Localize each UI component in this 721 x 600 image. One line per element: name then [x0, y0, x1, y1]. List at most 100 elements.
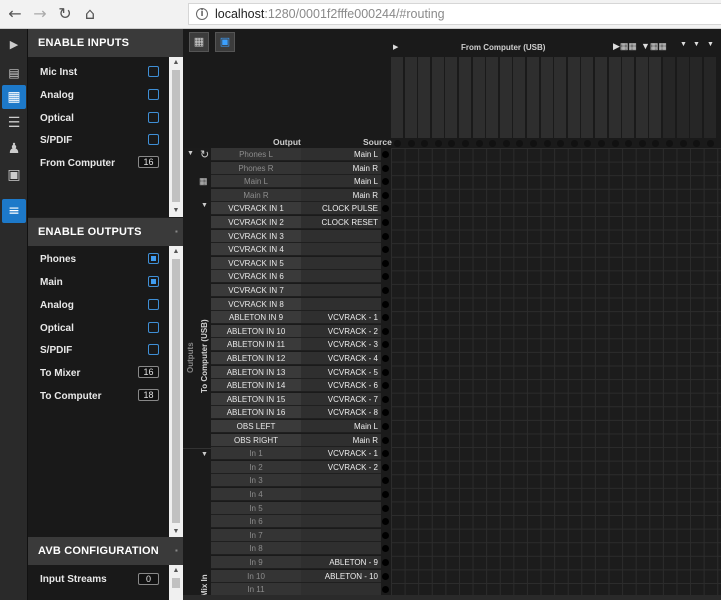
input-streams-count[interactable]: 0	[138, 573, 159, 585]
source-row-label[interactable]	[301, 284, 381, 297]
row-connector-dot[interactable]	[382, 314, 389, 322]
matrix-view-icon[interactable]: ▦	[189, 32, 209, 52]
column-header[interactable]: ABLETON - 9	[499, 57, 513, 138]
avb-scrollbar[interactable]: ▲	[169, 565, 183, 600]
column-connector-dot[interactable]	[625, 140, 633, 147]
source-row-label[interactable]: ABLETON - 10	[301, 569, 381, 583]
scroll-up-icon[interactable]: ▲	[169, 565, 183, 577]
source-row-label[interactable]	[301, 474, 381, 488]
source-row-label[interactable]: ABLETON - 9	[301, 556, 381, 569]
input-analog-checkbox[interactable]	[148, 89, 159, 100]
source-row-label[interactable]: Main R	[301, 433, 381, 447]
collapse-dot-icon[interactable]: ▪	[175, 218, 178, 246]
matrix-scrollbar[interactable]	[183, 595, 721, 600]
row-connector-dot[interactable]	[382, 572, 389, 580]
column-connector-dot[interactable]	[421, 140, 429, 147]
row-connector-dot[interactable]	[382, 259, 389, 267]
scroll-thumb[interactable]	[172, 259, 180, 523]
source-row-label[interactable]	[301, 256, 381, 270]
column-header[interactable]: VCVRACK - 3	[418, 57, 432, 138]
row-connector-dot[interactable]	[382, 436, 389, 444]
scroll-up-icon[interactable]: ▲	[169, 246, 183, 258]
scroll-thumb[interactable]	[172, 578, 180, 588]
column-connector-dot[interactable]	[666, 140, 673, 147]
reload-icon[interactable]: ↻	[55, 4, 75, 24]
column-header[interactable]: Main R	[622, 57, 636, 138]
address-bar[interactable]: i localhost:1280/0001f2fffe000244/#routi…	[188, 3, 721, 25]
column-header[interactable]: VCVRACK - 1	[391, 57, 404, 138]
source-row-label[interactable]: Main L	[301, 148, 381, 161]
column-connector-dot[interactable]	[557, 140, 565, 147]
row-connector-dot[interactable]	[382, 395, 389, 403]
column-header[interactable]: VCVRACK - 6	[459, 57, 472, 138]
row-connector-dot[interactable]	[382, 327, 389, 335]
column-header[interactable]: Main L	[608, 57, 622, 138]
column-header[interactable]: VCVRACK - 8	[486, 57, 500, 138]
info-icon[interactable]: i	[196, 8, 208, 20]
source-row-label[interactable]: VCVRACK - 2	[301, 460, 381, 474]
from-computer-count[interactable]: 16	[138, 156, 159, 168]
row-connector-dot[interactable]	[382, 477, 389, 485]
row-connector-dot[interactable]	[382, 545, 389, 553]
routing-grid[interactable]	[391, 148, 721, 600]
source-row-label[interactable]	[301, 515, 381, 529]
row-connector-dot[interactable]	[382, 341, 389, 349]
column-connector-dot[interactable]	[706, 140, 714, 147]
column-connector-dot[interactable]	[598, 140, 605, 147]
column-connector-dot[interactable]	[516, 140, 524, 147]
column-header[interactable]: ABLETON - 14	[567, 57, 581, 138]
group-layout-icon-2[interactable]: ▼▦▦	[641, 41, 667, 52]
routing-grid-icon[interactable]: ▦	[2, 85, 26, 109]
output-main-checkbox[interactable]	[148, 276, 159, 287]
column-header[interactable]: Mix Group	[676, 57, 690, 138]
row-connector-dot[interactable]	[382, 559, 389, 566]
row-connector-dot[interactable]	[382, 355, 389, 362]
column-connector-dot[interactable]	[394, 140, 401, 147]
source-row-label[interactable]: Main L	[301, 420, 381, 433]
column-connector-dot[interactable]	[448, 140, 456, 147]
back-icon[interactable]: ←	[5, 4, 25, 24]
row-connector-dot[interactable]	[382, 191, 389, 199]
source-row-label[interactable]	[301, 297, 381, 311]
column-header[interactable]: ABLETON - 11	[527, 57, 540, 138]
column-header[interactable]: VCVRACK - 7	[472, 57, 486, 138]
row-connector-dot[interactable]	[382, 450, 389, 458]
row-connector-dot[interactable]	[382, 463, 389, 471]
group-expand-icon[interactable]: ▶	[393, 43, 398, 51]
column-header[interactable]: Monitor L	[635, 57, 649, 138]
source-row-label[interactable]: VCVRACK - 2	[301, 324, 381, 338]
row-connector-dot[interactable]	[382, 518, 389, 526]
source-row-label[interactable]: VCVRACK - 1	[301, 447, 381, 461]
row-connector-dot[interactable]	[382, 423, 389, 430]
mixer-faders-icon[interactable]: ☰	[2, 111, 26, 135]
source-row-label[interactable]: VCVRACK - 3	[301, 338, 381, 352]
column-connector-dot[interactable]	[489, 140, 497, 147]
row-connector-dot[interactable]	[382, 409, 389, 417]
lock-icon[interactable]: ▣	[215, 32, 235, 52]
row-connector-dot[interactable]	[382, 178, 389, 186]
row-connector-dot[interactable]	[382, 273, 389, 281]
column-connector-dot[interactable]	[693, 140, 701, 147]
users-settings-icon[interactable]: ♟	[2, 137, 26, 161]
expand-arrow-icon[interactable]: ▶	[2, 33, 26, 57]
group-layout-icon[interactable]: ▶▦▦	[613, 41, 637, 52]
column-connector-dot[interactable]	[570, 140, 578, 147]
row-connector-dot[interactable]	[382, 232, 389, 240]
source-row-label[interactable]	[301, 542, 381, 556]
column-connector-dot[interactable]	[638, 140, 646, 147]
column-header[interactable]: VCVRACK - 5	[445, 57, 459, 138]
row-connector-dot[interactable]	[382, 368, 389, 376]
mix-collapse-icon[interactable]: ▼	[680, 41, 687, 48]
source-row-label[interactable]: Main L	[301, 175, 381, 189]
collapse-arrow-icon[interactable]: ▼	[187, 150, 194, 157]
source-row-label[interactable]: VCVRACK - 7	[301, 392, 381, 406]
scroll-down-icon[interactable]: ▼	[169, 205, 183, 217]
row-connector-dot[interactable]	[382, 219, 389, 226]
source-row-label[interactable]	[301, 229, 381, 243]
grid-toggle-icon[interactable]: ▦	[199, 176, 208, 187]
device-icon[interactable]: ▤	[2, 61, 26, 85]
column-connector-dot[interactable]	[530, 140, 537, 147]
row-connector-dot[interactable]	[382, 246, 389, 254]
column-connector-dot[interactable]	[543, 140, 551, 147]
column-header[interactable]: ABLETON - 13	[554, 57, 568, 138]
